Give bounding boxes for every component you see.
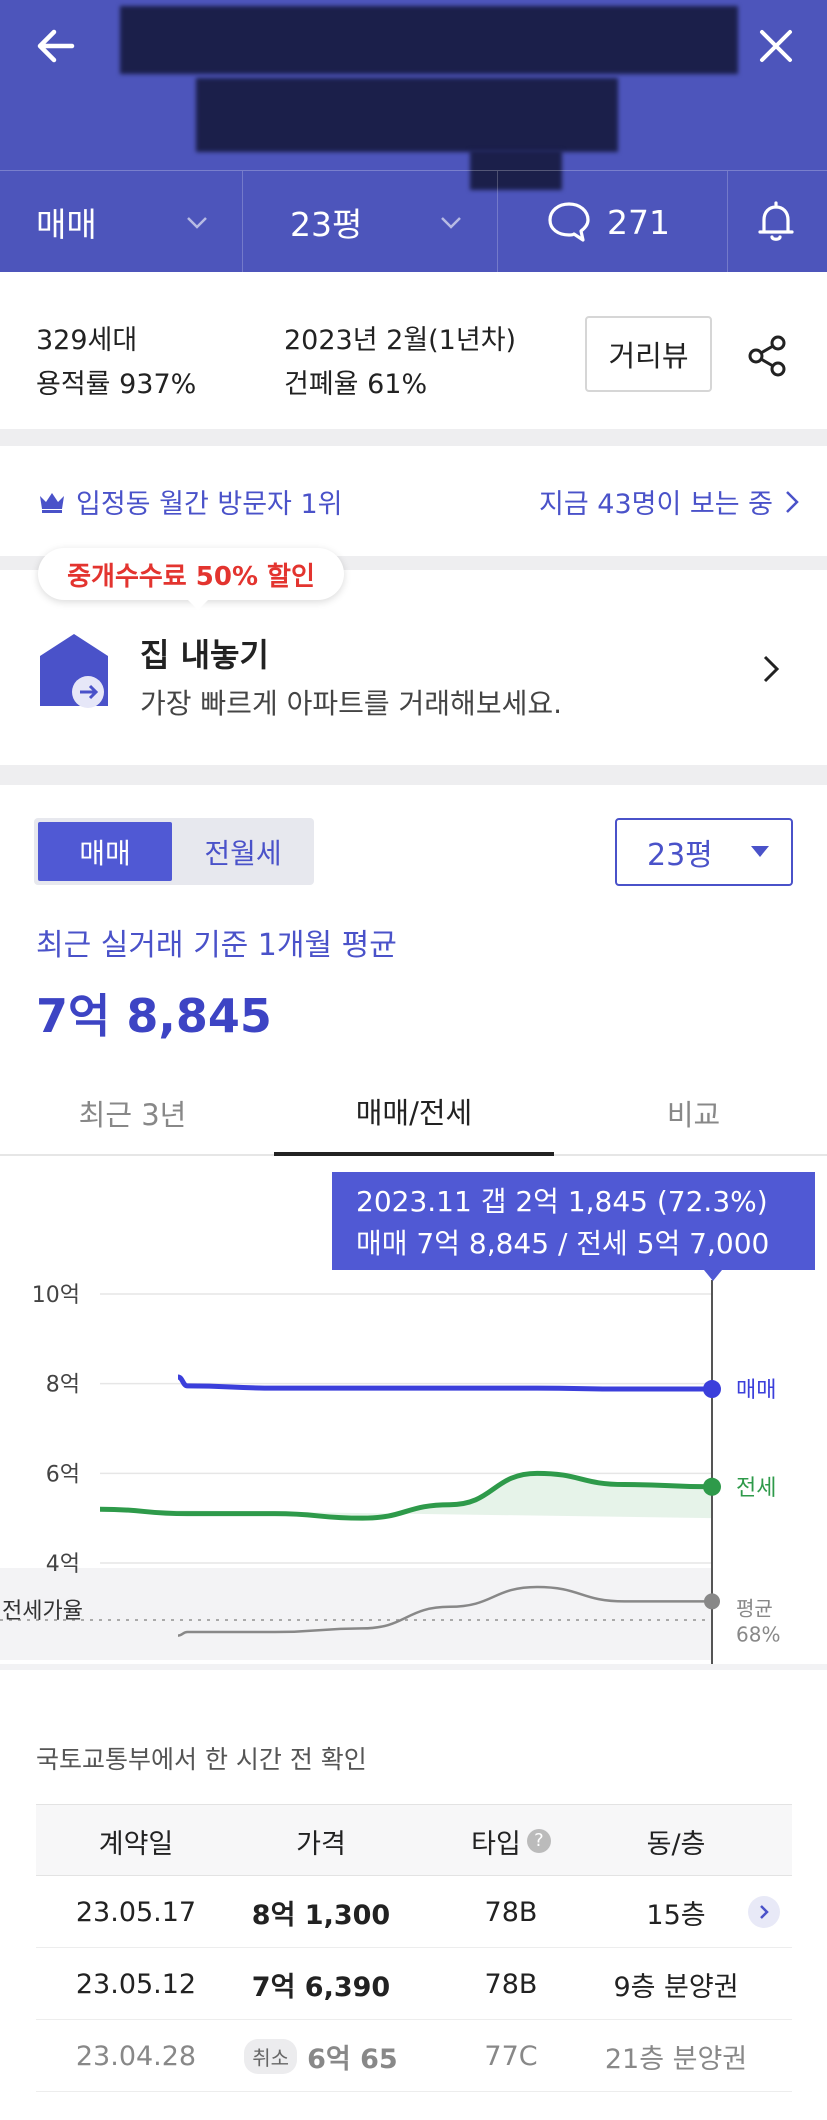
row-price: 6억 65 — [307, 2043, 398, 2075]
close-button[interactable] — [746, 16, 806, 76]
cancelled-badge: 취소 — [244, 2038, 298, 2074]
comments-count: 271 — [607, 202, 670, 242]
crown-icon — [40, 492, 64, 513]
series-label-lease: 전세 — [736, 1476, 776, 1501]
row-price-cell: 취소 6억 65 — [216, 2020, 426, 2092]
visitor-rank-text: 입정동 월간 방문자 1위 — [76, 489, 343, 520]
complex-info: 329세대 용적률 937% 2023년 2월(1년차) 건폐율 61% 거리뷰 — [0, 272, 827, 429]
table-header: 계약일 가격 타입 ? 동/층 — [36, 1804, 792, 1876]
row-floor: 9층 분양권 — [613, 1971, 739, 2003]
y-tick-label: 8억 — [46, 1373, 80, 1398]
floor-area-ratio: 용적률 937% — [36, 369, 197, 400]
tab-sale-lease[interactable]: 매매/전세 — [274, 1070, 554, 1156]
table-row[interactable]: 23.04.28 취소 6억 65 77C 21층 분양권 — [36, 2020, 792, 2092]
chevron-right-icon — [763, 655, 780, 683]
chart-tooltip: 2023.11 갭 2억 1,845 (72.3%) 매매 7억 8,845 /… — [332, 1172, 815, 1281]
notification-button[interactable] — [752, 171, 808, 273]
tooltip-prices: 매매 7억 8,845 / 전세 5억 7,000 — [356, 1227, 770, 1260]
building-coverage: 건폐율 61% — [284, 369, 428, 400]
visitor-banner: 입정동 월간 방문자 1위 지금 43명이 보는 중 — [0, 446, 827, 556]
price-basis: 최근 실거래 기준 1개월 평균 — [36, 928, 397, 963]
size-label: 23평 — [290, 205, 363, 244]
back-arrow-icon — [37, 29, 75, 63]
ratio-label: 전세가율 — [2, 1599, 83, 1624]
y-tick-label: 4억 — [46, 1552, 80, 1577]
size-select[interactable]: 23평 — [615, 818, 793, 886]
redacted-subtitle — [196, 78, 618, 152]
redacted-title — [120, 6, 738, 74]
row-date: 23.05.17 — [75, 1896, 197, 1928]
bell-icon — [758, 201, 794, 241]
households: 329세대 — [36, 325, 138, 356]
back-button[interactable] — [28, 18, 84, 74]
average-price: 7억 8,845 — [36, 989, 272, 1043]
section-divider — [0, 1664, 827, 1670]
deal-segment: 매매 전월세 — [34, 818, 314, 885]
caret-down-icon — [751, 846, 769, 857]
tab-compare[interactable]: 비교 — [560, 1070, 827, 1156]
table-row[interactable]: 23.05.17 8억 1,300 78B 15층 — [36, 1876, 792, 1948]
row-date: 23.05.12 — [75, 1968, 197, 2000]
close-icon — [760, 30, 792, 62]
visitor-rank: 입정동 월간 방문자 1위 — [38, 482, 343, 521]
chart-tabs: 최근 3년 매매/전세 비교 — [0, 1070, 827, 1156]
comments-button[interactable]: 271 — [545, 171, 715, 273]
row-expand-button[interactable] — [748, 1896, 780, 1928]
header-type-label: 타입 — [471, 1828, 521, 1860]
house-arrow-icon — [40, 634, 108, 708]
chevron-right-icon — [760, 1905, 769, 1919]
now-viewing-link[interactable]: 지금 43명이 보는 중 — [539, 482, 799, 521]
header-date: 계약일 — [98, 1828, 174, 1860]
ratio-value: 68% — [736, 1622, 780, 1646]
segment-lease[interactable]: 전월세 — [176, 822, 310, 881]
size-select-value: 23평 — [647, 838, 713, 873]
point-ratio — [704, 1593, 720, 1610]
street-view-button[interactable]: 거리뷰 — [585, 316, 712, 392]
app-header: 매매 23평 271 — [0, 0, 827, 273]
section-divider — [0, 429, 827, 446]
sell-title: 집 내놓기 — [140, 636, 269, 674]
comment-bubble-icon — [548, 202, 590, 242]
now-viewing-text: 지금 43명이 보는 중 — [539, 489, 773, 520]
deal-type-dropdown[interactable]: 매매 — [36, 171, 236, 273]
deal-type-label: 매매 — [36, 205, 97, 244]
ratio-band — [0, 1568, 712, 1660]
row-floor: 15층 — [646, 1899, 706, 1931]
row-price: 8억 1,300 — [251, 1899, 391, 1931]
row-price: 7억 6,390 — [251, 1971, 391, 2003]
tooltip-gap: 2023.11 갭 2억 1,845 (72.3%) — [356, 1185, 768, 1218]
section-divider — [0, 765, 827, 785]
help-icon[interactable]: ? — [526, 1829, 551, 1853]
y-tick-label: 10억 — [32, 1283, 80, 1308]
y-tick-label: 6억 — [46, 1462, 80, 1487]
point-lease — [703, 1477, 721, 1496]
series-label-ratio: 평균 — [736, 1596, 773, 1620]
row-type: 78B — [484, 1968, 538, 2000]
transactions-table: 계약일 가격 타입 ? 동/층 23.05.17 8억 1,300 78B 15… — [36, 1804, 792, 2092]
share-button[interactable] — [744, 332, 792, 380]
header-floor: 동/층 — [646, 1828, 706, 1860]
header-type: 타입 ? — [436, 1805, 586, 1877]
table-row[interactable]: 23.05.12 7억 6,390 78B 9층 분양권 — [36, 1948, 792, 2020]
row-type: 77C — [484, 2040, 538, 2072]
row-date: 23.04.28 — [75, 2040, 197, 2072]
chevron-down-icon — [441, 217, 461, 229]
point-sale — [703, 1380, 721, 1399]
chevron-down-icon — [187, 217, 207, 229]
source-note: 국토교통부에서 한 시간 전 확인 — [36, 1745, 367, 1774]
row-floor: 21층 분양권 — [604, 2043, 748, 2075]
share-icon — [748, 335, 786, 377]
filter-bar: 매매 23평 271 — [0, 170, 827, 273]
fee-discount-badge: 중개수수료 50% 할인 — [38, 548, 344, 610]
segment-sale[interactable]: 매매 — [38, 822, 172, 881]
sell-subtitle: 가장 빠르게 아파트를 거래해보세요. — [140, 687, 563, 720]
tab-recent-3y[interactable]: 최근 3년 — [0, 1070, 265, 1156]
built-date: 2023년 2월(1년차) — [284, 325, 517, 356]
size-dropdown[interactable]: 23평 — [290, 171, 470, 273]
chevron-right-icon — [786, 490, 799, 513]
series-label-sale: 매매 — [736, 1378, 776, 1403]
row-type: 78B — [484, 1896, 538, 1928]
header-price: 가격 — [296, 1828, 346, 1860]
